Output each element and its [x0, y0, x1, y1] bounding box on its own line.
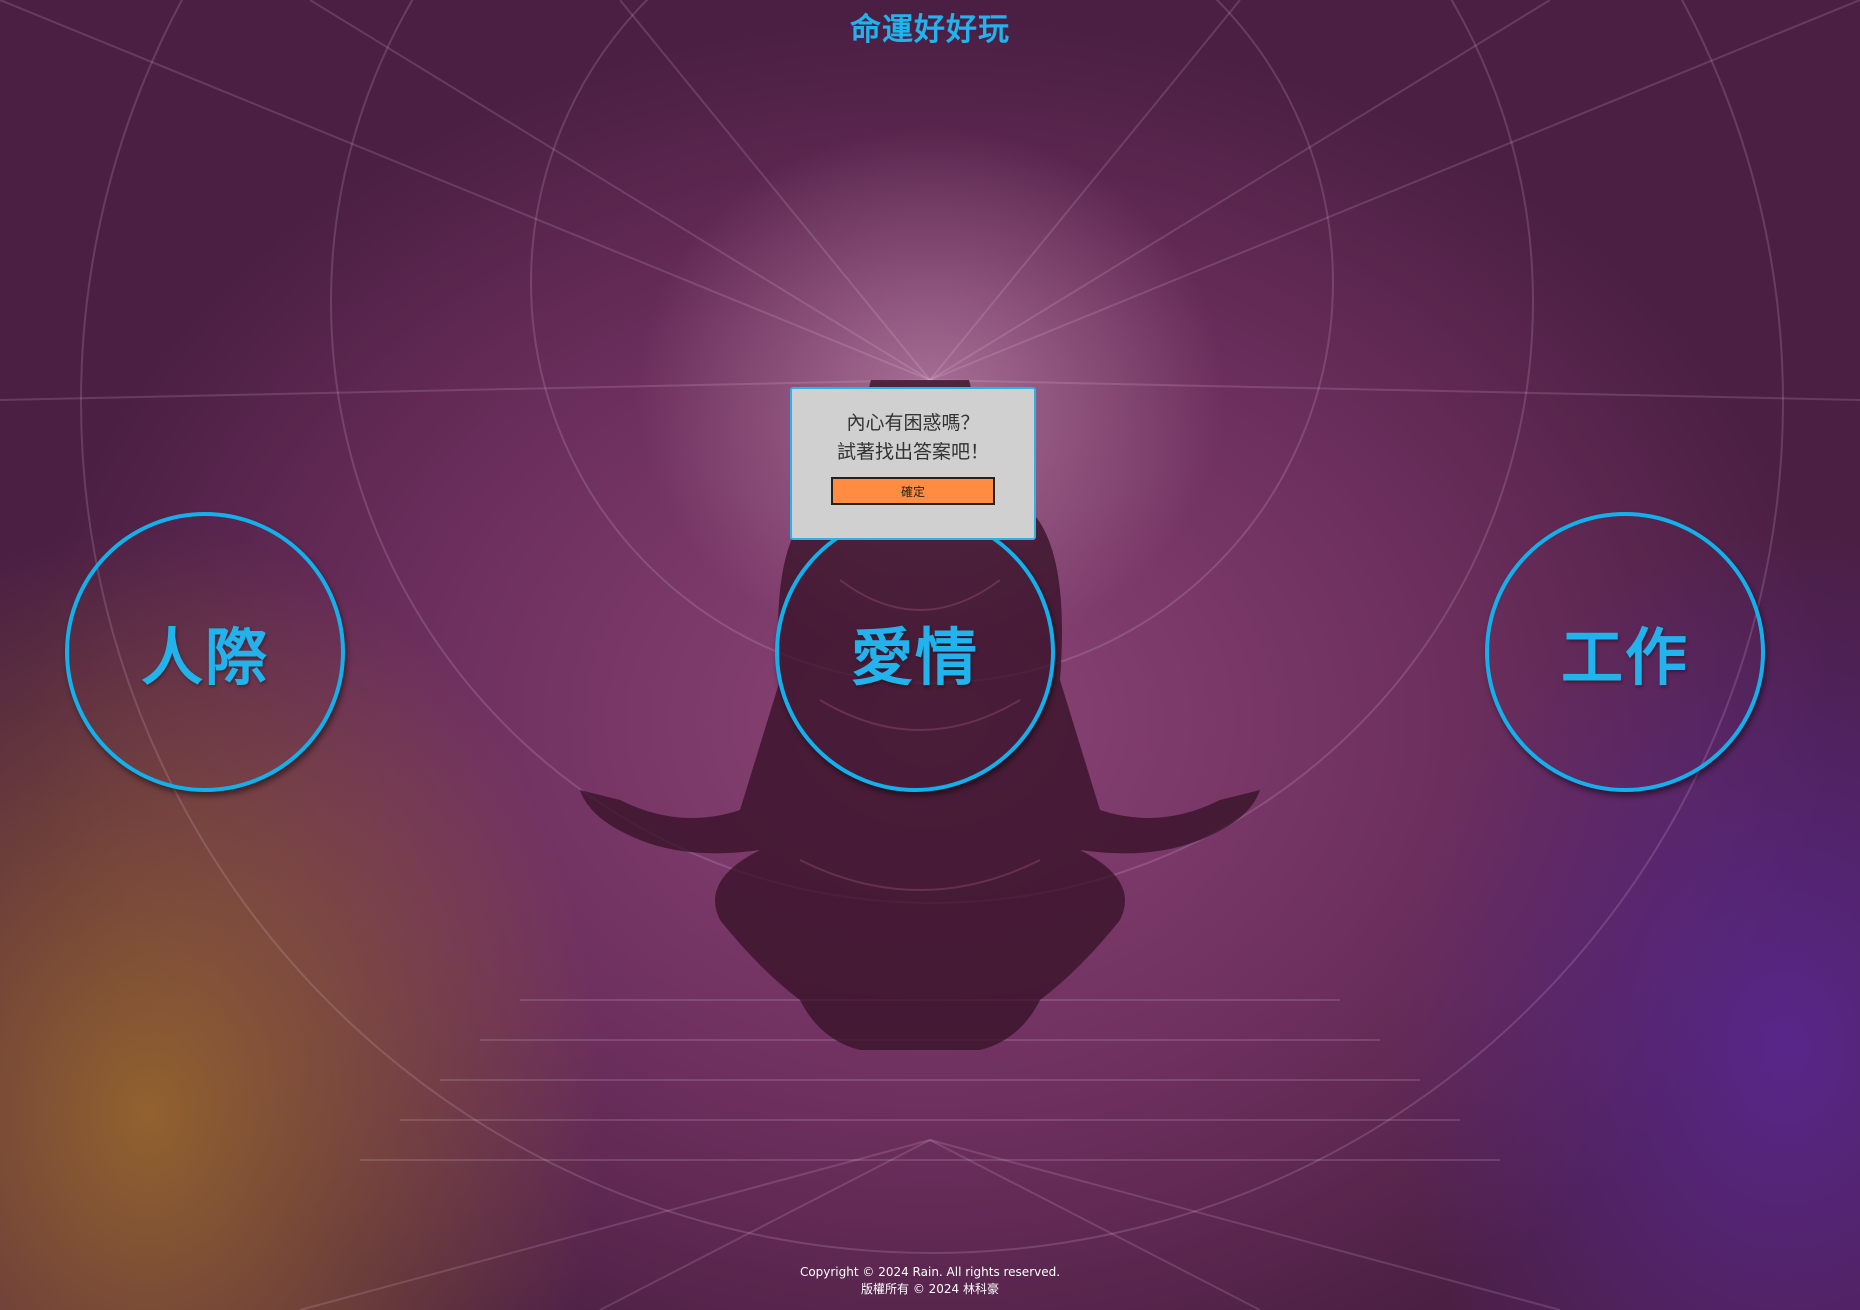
category-people-label: 人際: [140, 621, 269, 694]
site-title: 命運好好玩: [850, 12, 1010, 48]
dialog-message-line-1: 內心有困惑嗎？: [846, 412, 980, 434]
category-work-button[interactable]: 工作: [1485, 512, 1765, 792]
intro-dialog: 內心有困惑嗎？ 試著找出答案吧！ 確定: [790, 387, 1036, 540]
footer-copyright-en: Copyright © 2024 Rain. All rights reserv…: [799, 1265, 1061, 1279]
page-root: 命運好好玩 人際 愛情 工作 內心有困惑嗎？ 試著找出答案吧！ 確定 Copyr…: [0, 0, 1860, 1310]
category-people-button[interactable]: 人際: [65, 512, 345, 792]
footer: Copyright © 2024 Rain. All rights reserv…: [0, 1264, 1860, 1298]
footer-copyright-zh: 版權所有 © 2024 林科豪: [861, 1282, 999, 1296]
category-love-button[interactable]: 愛情: [775, 512, 1055, 792]
confirm-button[interactable]: 確定: [831, 477, 995, 505]
category-love-label: 愛情: [850, 621, 979, 694]
dialog-message-line-2: 試著找出答案吧！: [836, 441, 989, 463]
category-work-label: 工作: [1560, 621, 1689, 694]
